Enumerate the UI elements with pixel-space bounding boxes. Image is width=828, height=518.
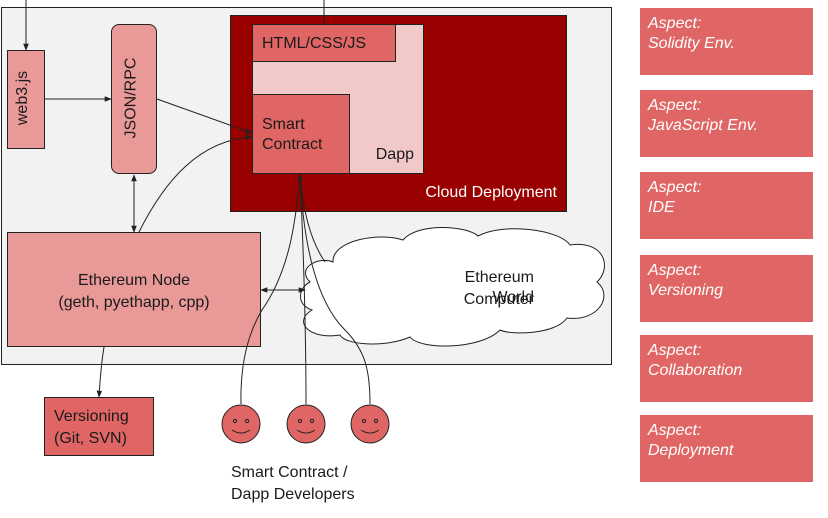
aspect-value: JavaScript Env.	[648, 117, 758, 134]
developer-icon	[221, 404, 261, 444]
aspect-value: Collaboration	[648, 362, 743, 379]
aspect-solidity-env: Aspect: Solidity Env.	[640, 8, 813, 75]
aspect-collaboration: Aspect: Collaboration	[640, 335, 813, 402]
developer1-line	[240, 173, 301, 405]
node-to-versioning-arrow	[96, 346, 105, 398]
world-computer-label-2: Computer	[463, 291, 534, 308]
aspect-label: Aspect:	[648, 342, 702, 359]
developers-label-2: Dapp Developers	[231, 486, 355, 503]
aspect-value: IDE	[648, 199, 675, 216]
developers-label-1: Smart Contract /	[231, 464, 348, 481]
aspect-ide: Aspect: IDE	[640, 172, 813, 239]
aspect-value: Deployment	[648, 442, 734, 459]
aspect-deployment: Aspect: Deployment	[640, 415, 813, 482]
node-to-smart-contract-curve	[138, 134, 253, 233]
aspect-versioning: Aspect: Versioning	[640, 255, 813, 322]
aspect-label: Aspect:	[648, 262, 702, 279]
aspect-label: Aspect:	[648, 97, 702, 114]
developer-icon	[286, 404, 326, 444]
aspect-javascript-env: Aspect: JavaScript Env.	[640, 90, 813, 157]
aspect-label: Aspect:	[648, 422, 702, 439]
aspect-value: Versioning	[648, 282, 724, 299]
developer-icon	[350, 404, 390, 444]
rpc-to-smart-contract-arrow	[156, 98, 253, 134]
aspect-label: Aspect:	[648, 179, 702, 196]
aspect-label: Aspect:	[648, 15, 702, 32]
aspect-value: Solidity Env.	[648, 35, 735, 52]
